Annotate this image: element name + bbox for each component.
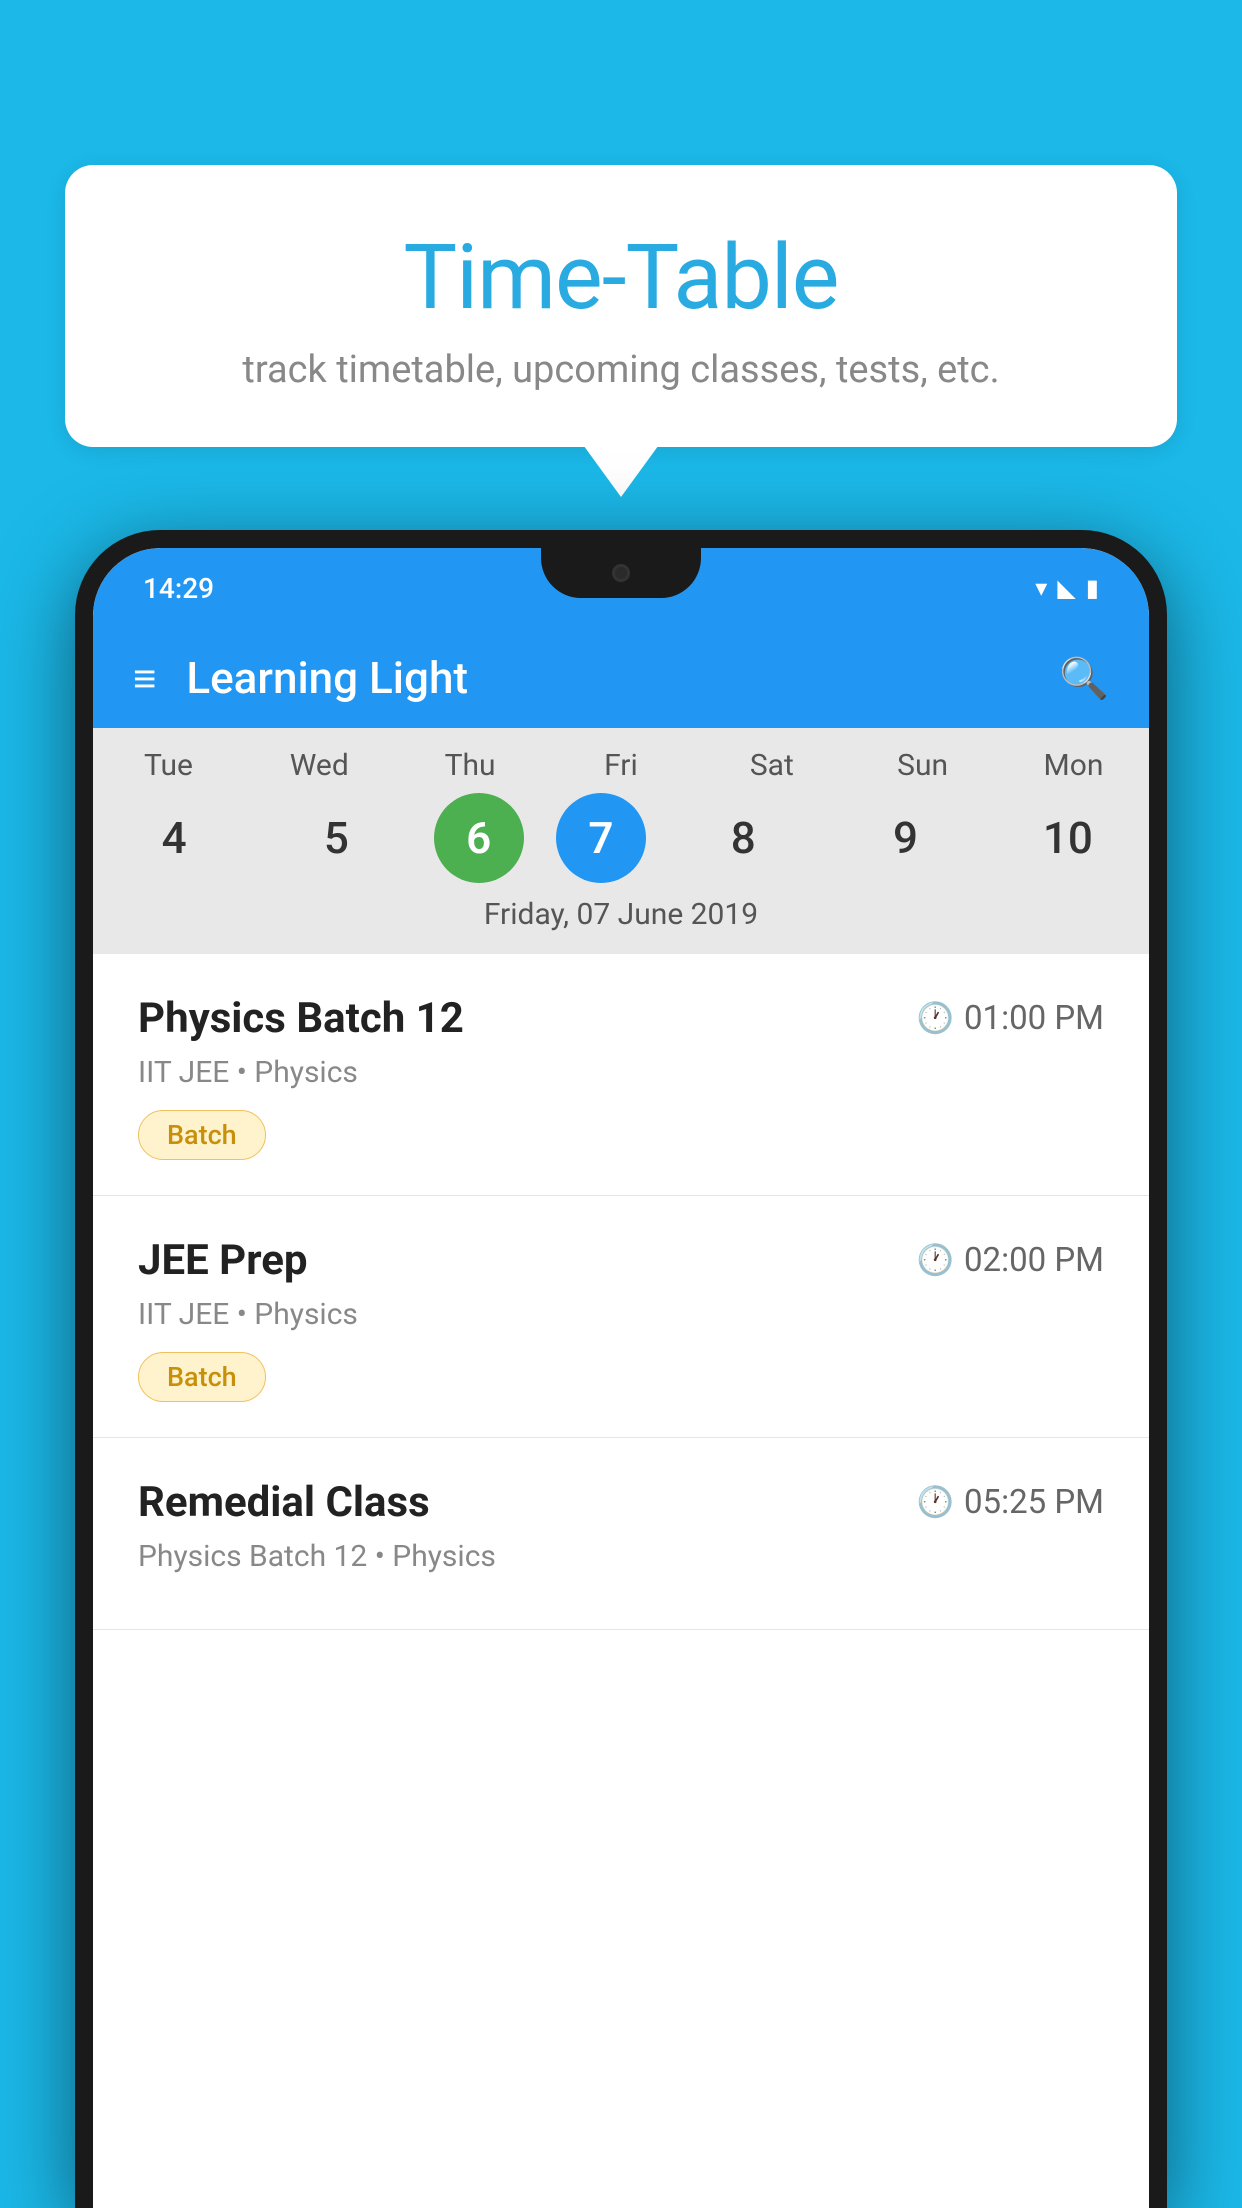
schedule-item-header-2: JEE Prep 🕐 02:00 PM [138, 1236, 1104, 1285]
search-icon[interactable]: 🔍 [1059, 655, 1109, 702]
camera [612, 564, 630, 582]
status-icons: ▾ ◣ ▮ [1035, 574, 1099, 602]
clock-icon-1: 🕐 [917, 1001, 954, 1036]
schedule-time-value-2: 02:00 PM [964, 1241, 1104, 1280]
day-8[interactable]: 8 [678, 793, 808, 883]
schedule-item-1[interactable]: Physics Batch 12 🕐 01:00 PM IIT JEE • Ph… [93, 954, 1149, 1196]
schedule-subtitle-3: Physics Batch 12 • Physics [138, 1539, 1104, 1574]
menu-icon[interactable]: ≡ [133, 655, 156, 702]
schedule-time-value-3: 05:25 PM [964, 1483, 1104, 1522]
schedule-list: Physics Batch 12 🕐 01:00 PM IIT JEE • Ph… [93, 954, 1149, 2208]
day-name-fri: Fri [556, 748, 686, 783]
phone-frame: 14:29 ▾ ◣ ▮ ≡ Learning Light 🔍 Tue Wed T… [75, 530, 1167, 2208]
app-toolbar: ≡ Learning Light 🔍 [93, 628, 1149, 728]
day-10[interactable]: 10 [1003, 793, 1133, 883]
status-bar: 14:29 ▾ ◣ ▮ [93, 548, 1149, 628]
day-names-row: Tue Wed Thu Fri Sat Sun Mon [93, 748, 1149, 783]
phone-screen: 14:29 ▾ ◣ ▮ ≡ Learning Light 🔍 Tue Wed T… [93, 548, 1149, 2208]
schedule-subtitle-1: IIT JEE • Physics [138, 1055, 1104, 1090]
day-numbers-row[interactable]: 4 5 6 7 8 9 10 [93, 793, 1149, 883]
day-7-selected[interactable]: 7 [556, 793, 646, 883]
schedule-time-1: 🕐 01:00 PM [917, 999, 1104, 1038]
schedule-title-2: JEE Prep [138, 1236, 308, 1285]
selected-date-label: Friday, 07 June 2019 [93, 897, 1149, 944]
schedule-item-header-1: Physics Batch 12 🕐 01:00 PM [138, 994, 1104, 1043]
day-name-thu: Thu [405, 748, 535, 783]
schedule-title-1: Physics Batch 12 [138, 994, 464, 1043]
tooltip-subtitle: track timetable, upcoming classes, tests… [125, 348, 1117, 392]
battery-icon: ▮ [1086, 574, 1099, 602]
clock-icon-3: 🕐 [917, 1485, 954, 1520]
batch-badge-1: Batch [138, 1110, 266, 1160]
day-4[interactable]: 4 [109, 793, 239, 883]
status-time: 14:29 [143, 572, 214, 605]
day-name-sun: Sun [858, 748, 988, 783]
day-name-tue: Tue [103, 748, 233, 783]
schedule-item-header-3: Remedial Class 🕐 05:25 PM [138, 1478, 1104, 1527]
schedule-title-3: Remedial Class [138, 1478, 430, 1527]
schedule-subtitle-2: IIT JEE • Physics [138, 1297, 1104, 1332]
day-6-today[interactable]: 6 [434, 793, 524, 883]
notch [541, 548, 701, 598]
app-title: Learning Light [186, 652, 1059, 704]
day-5[interactable]: 5 [271, 793, 401, 883]
schedule-time-3: 🕐 05:25 PM [917, 1483, 1104, 1522]
day-name-sat: Sat [707, 748, 837, 783]
batch-badge-2: Batch [138, 1352, 266, 1402]
schedule-time-2: 🕐 02:00 PM [917, 1241, 1104, 1280]
signal-icon: ◣ [1057, 574, 1075, 602]
schedule-time-value-1: 01:00 PM [964, 999, 1104, 1038]
tooltip-card: Time-Table track timetable, upcoming cla… [65, 165, 1177, 447]
day-9[interactable]: 9 [841, 793, 971, 883]
tooltip-title: Time-Table [125, 225, 1117, 330]
day-name-wed: Wed [254, 748, 384, 783]
wifi-icon: ▾ [1035, 574, 1047, 602]
clock-icon-2: 🕐 [917, 1243, 954, 1278]
calendar-strip: Tue Wed Thu Fri Sat Sun Mon 4 5 6 7 8 9 … [93, 728, 1149, 954]
schedule-item-2[interactable]: JEE Prep 🕐 02:00 PM IIT JEE • Physics Ba… [93, 1196, 1149, 1438]
schedule-item-3[interactable]: Remedial Class 🕐 05:25 PM Physics Batch … [93, 1438, 1149, 1630]
day-name-mon: Mon [1008, 748, 1138, 783]
